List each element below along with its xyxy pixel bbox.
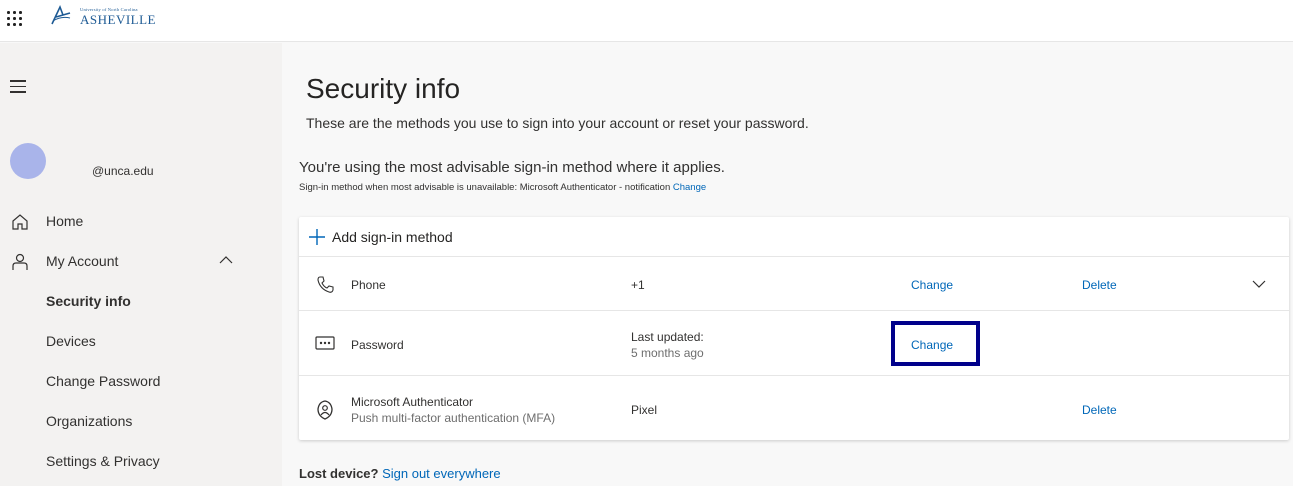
chevron-down-icon[interactable] (1252, 279, 1266, 289)
advisable-message: You're using the most advisable sign-in … (299, 159, 725, 176)
method-detail-secondary: 5 months ago (631, 346, 704, 360)
methods-card: Add sign-in method Phone +1 Change Delet… (299, 217, 1289, 440)
delete-authenticator-link[interactable]: Delete (1082, 403, 1117, 417)
method-name-secondary: Push multi-factor authentication (MFA) (351, 411, 556, 425)
method-detail: Pixel (631, 403, 658, 417)
phone-icon (317, 276, 334, 293)
sidebar-item-organizations[interactable]: Organizations (0, 401, 282, 441)
method-row-password: Password Last updated: 5 months ago Chan… (299, 311, 1289, 376)
sidebar-item-label: Devices (46, 333, 96, 349)
unca-logo-mark-icon (51, 4, 71, 25)
home-icon (12, 214, 28, 230)
top-bar: University of North Carolina ASHEVILLE (0, 0, 1293, 42)
add-method-label: Add sign-in method (332, 229, 453, 245)
password-icon (315, 336, 335, 350)
change-phone-link[interactable]: Change (911, 278, 953, 292)
lost-device-label: Lost device? (299, 466, 379, 481)
sidebar-item-label: Security info (46, 293, 131, 309)
avatar[interactable] (10, 143, 46, 179)
lost-device-line: Lost device? Sign out everywhere (299, 466, 501, 481)
unca-logo[interactable]: University of North Carolina ASHEVILLE (50, 4, 156, 30)
focus-highlight-box (891, 321, 980, 366)
sidebar-item-label: Change Password (46, 373, 161, 389)
method-detail: +1 (631, 278, 645, 292)
page-title: Security info (306, 73, 461, 104)
method-detail: Last updated: (631, 330, 704, 344)
user-email: @unca.edu (92, 164, 154, 178)
method-row-phone: Phone +1 Change Delete (299, 258, 1289, 311)
delete-phone-link[interactable]: Delete (1082, 278, 1117, 292)
sidebar-item-change-password[interactable]: Change Password (0, 361, 282, 401)
method-name: Microsoft Authenticator (351, 395, 474, 409)
add-sign-in-method-button[interactable]: Add sign-in method (299, 217, 1289, 257)
method-row-authenticator: Microsoft Authenticator Push multi-facto… (299, 376, 1289, 440)
sidebar-item-settings-privacy[interactable]: Settings & Privacy (0, 441, 282, 481)
sidebar-item-devices[interactable]: Devices (0, 321, 282, 361)
chevron-up-icon[interactable] (219, 255, 233, 265)
plus-icon (309, 229, 325, 245)
sidebar: @unca.edu Home My Account Security info … (0, 43, 282, 486)
app-launcher-icon[interactable] (7, 11, 22, 26)
sidebar-item-security-info[interactable]: Security info (0, 281, 282, 321)
sidebar-item-label: Organizations (46, 413, 133, 429)
sidebar-item-home[interactable]: Home (0, 201, 282, 241)
authenticator-icon (317, 400, 333, 420)
main-content: Security info These are the methods you … (282, 43, 1293, 486)
sidebar-item-label: My Account (46, 253, 119, 269)
change-default-method-link[interactable]: Change (673, 182, 706, 193)
page-subtitle: These are the methods you use to sign in… (306, 115, 809, 131)
method-name: Phone (351, 278, 386, 292)
method-name: Password (351, 338, 404, 352)
person-icon (12, 253, 28, 270)
sidebar-item-my-account[interactable]: My Account (0, 241, 282, 281)
sidebar-item-label: Settings & Privacy (46, 453, 160, 469)
default-method-text: Sign-in method when most advisable is un… (299, 182, 706, 193)
sidebar-item-label: Home (46, 213, 84, 229)
hamburger-menu-icon[interactable] (10, 80, 26, 94)
sign-out-everywhere-link[interactable]: Sign out everywhere (382, 466, 501, 481)
default-method-label: Sign-in method when most advisable is un… (299, 182, 671, 193)
